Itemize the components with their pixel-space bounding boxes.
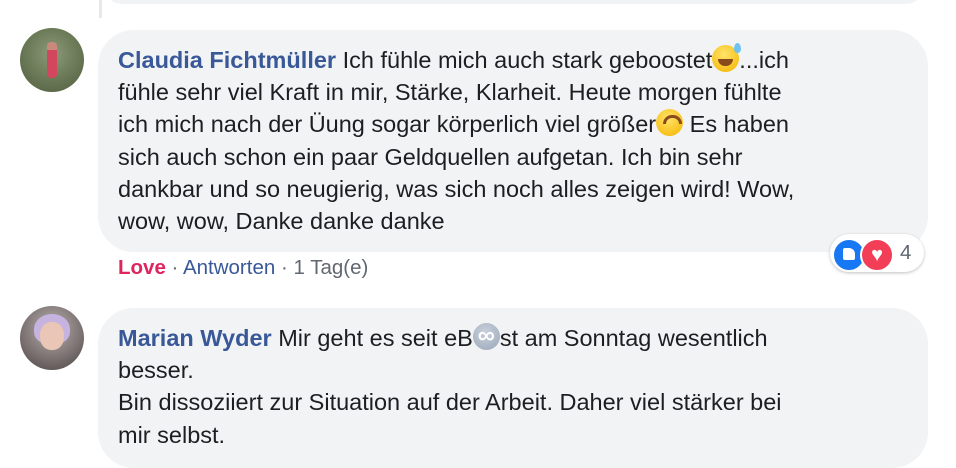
comment-line: Bin dissoziiert zur Situation auf der Ar… — [118, 389, 782, 416]
comment-text-segment: ich mich nach der Üung sogar körperlich … — [118, 111, 657, 138]
comment-line: wow, wow, Danke danke danke — [118, 208, 445, 235]
comment-text-segment: Mir geht es seit eB — [278, 325, 473, 351]
author-name-link[interactable]: Marian Wyder — [118, 325, 272, 351]
grinning-sweat-emoji-icon — [712, 43, 742, 72]
comment-line: besser. — [118, 357, 194, 384]
avatar-figure — [47, 42, 57, 78]
infinity-emoji-icon — [472, 320, 500, 352]
love-button[interactable]: Love — [118, 256, 166, 279]
comment-text-segment: st am Sonntag wesentlich — [499, 325, 768, 351]
comment-bubble: Marian Wyder Mir geht es seit eB st am So… — [98, 308, 928, 468]
comment-line: sich auch schon ein paar Geldquellen auf… — [118, 143, 743, 170]
reaction-count: 4 — [900, 241, 912, 264]
separator: · — [275, 256, 294, 279]
comment-bubble: Claudia Fichtmüller Ich fühle mich auch … — [98, 30, 928, 252]
comment-text: Marian Wyder Mir geht es seit eB st am So… — [118, 320, 908, 451]
comment-line: dankbar und so neugierig, was sich noch … — [118, 175, 795, 202]
comment-line: Claudia Fichtmüller Ich fühle mich auch … — [118, 43, 908, 76]
comment-line: fühle sehr viel Kraft in mir, Stärke, Kl… — [118, 79, 782, 106]
avatar[interactable] — [20, 306, 84, 370]
author-name-link[interactable]: Claudia Fichtmüller — [118, 47, 336, 73]
comment-line: mir selbst. — [118, 421, 226, 448]
reaction-summary[interactable]: 4 — [830, 234, 924, 272]
avatar[interactable] — [20, 28, 84, 92]
previous-comment-bubble — [104, 0, 924, 4]
comment-line: ich mich nach der Üung sogar körperlich … — [118, 108, 908, 140]
comment-text-segment: Es haben — [683, 111, 789, 138]
thread-line — [99, 0, 102, 18]
upside-down-face-emoji-icon — [656, 109, 684, 137]
reply-button[interactable]: Antworten — [183, 256, 275, 279]
comment-line: Marian Wyder Mir geht es seit eB st am So… — [118, 320, 908, 354]
avatar-face — [40, 322, 64, 350]
comment-text-segment: Ich fühle mich auch stark geboostet — [342, 47, 713, 73]
love-reaction-icon — [860, 238, 894, 272]
comment-actions: Love · Antworten · 1 Tag(e) — [118, 256, 368, 280]
comment-text-segment: ...ich — [739, 47, 789, 73]
separator: · — [165, 256, 183, 279]
timestamp-link[interactable]: 1 Tag(e) — [293, 256, 368, 279]
comment-text: Claudia Fichtmüller Ich fühle mich auch … — [118, 43, 908, 237]
